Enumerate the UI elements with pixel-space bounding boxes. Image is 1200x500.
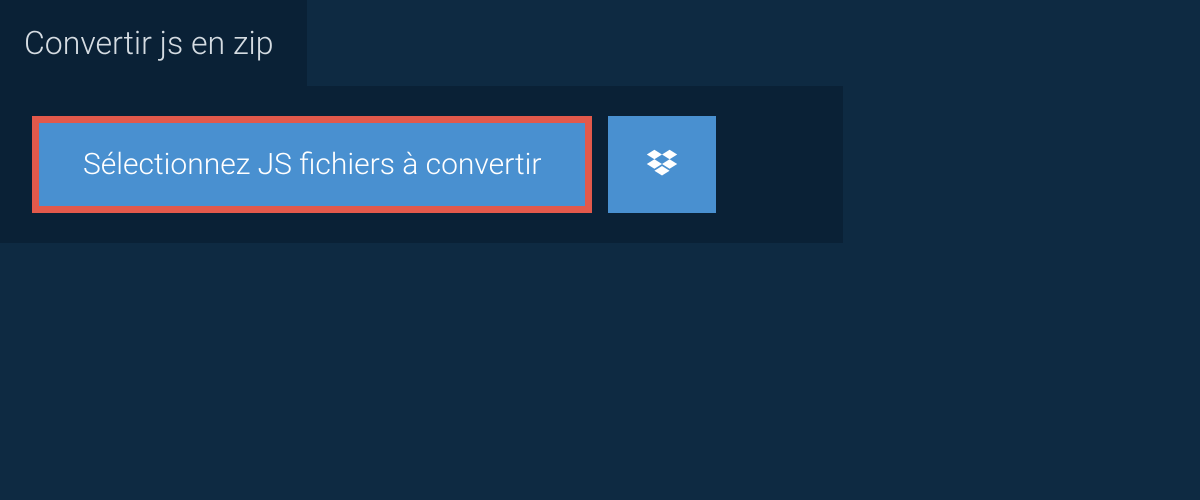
dropbox-icon <box>643 146 681 184</box>
select-files-button[interactable]: Sélectionnez JS fichiers à convertir <box>32 116 592 213</box>
dropbox-button[interactable] <box>608 116 716 213</box>
select-files-label: Sélectionnez JS fichiers à convertir <box>83 147 541 182</box>
tab-convert-js-zip[interactable]: Convertir js en zip <box>0 0 307 86</box>
tab-title: Convertir js en zip <box>24 24 273 62</box>
tab-bar: Convertir js en zip <box>0 0 1200 86</box>
button-row: Sélectionnez JS fichiers à convertir <box>32 116 811 213</box>
upload-panel: Sélectionnez JS fichiers à convertir <box>0 86 843 243</box>
